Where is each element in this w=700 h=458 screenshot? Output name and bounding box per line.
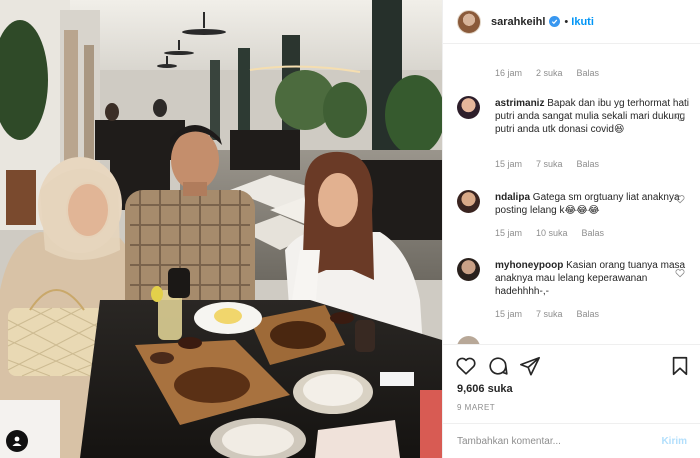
like-comment-heart-icon[interactable]	[675, 194, 685, 204]
comment-body: astrimaniz Bapak dan ibu yg terhormat ha…	[495, 97, 691, 136]
commenter-avatar[interactable]	[457, 258, 480, 281]
commenter-username[interactable]: astrimaniz	[495, 98, 544, 109]
comment-time: 15 jam	[495, 309, 523, 319]
comment-meta: 15 jam 7 suka Balas	[495, 159, 599, 169]
comment-reply-button[interactable]: Balas	[577, 68, 600, 78]
comment-meta: 15 jam 10 suka Balas	[495, 228, 604, 238]
comment-bubble-icon[interactable]	[487, 355, 509, 377]
comment-likes[interactable]: 7 suka	[536, 309, 563, 319]
author-avatar[interactable]	[457, 9, 481, 34]
likes-count[interactable]: 9,606 suka	[457, 383, 513, 395]
share-send-icon[interactable]	[519, 355, 541, 377]
comment-item: astrimaniz Bapak dan ibu yg terhormat ha…	[443, 96, 700, 172]
comment-time: 16 jam	[495, 68, 523, 78]
post-photo[interactable]	[0, 0, 442, 458]
comment-likes[interactable]: 10 suka	[536, 228, 568, 238]
add-comment-bar: Kirim	[443, 423, 700, 458]
post-actions: 9,606 suka 9 MARET Kirim	[443, 344, 700, 458]
comment-body: ndalipa Gatega sm orgtuany liat anaknya …	[495, 191, 691, 217]
comment-reply-button[interactable]: Balas	[577, 309, 600, 319]
person-icon	[12, 436, 22, 446]
comment-item: myhoneypoop Kasian orang tuanya masa ana…	[443, 258, 700, 322]
comment-list[interactable]: 16 jam 2 suka Balas astrimaniz Bapak dan…	[443, 44, 700, 344]
post-header: sarahkeihl • Ikuti	[443, 0, 700, 44]
author-username[interactable]: sarahkeihl	[491, 16, 545, 28]
post-side-panel: sarahkeihl • Ikuti 16 jam 2 suka Balas a…	[442, 0, 700, 458]
post-date: 9 MARET	[457, 403, 496, 412]
comment-meta: 15 jam 7 suka Balas	[495, 309, 599, 319]
like-comment-heart-icon[interactable]	[675, 268, 685, 278]
like-comment-heart-icon[interactable]	[675, 112, 685, 122]
comment-likes[interactable]: 2 suka	[536, 68, 563, 78]
save-bookmark-icon[interactable]	[669, 355, 691, 377]
post-comment-button[interactable]: Kirim	[661, 436, 687, 447]
comment-body: myhoneypoop Kasian orang tuanya masa ana…	[495, 259, 691, 298]
commenter-username[interactable]: myhoneypoop	[495, 260, 563, 271]
comment-time: 15 jam	[495, 228, 523, 238]
like-heart-icon[interactable]	[455, 355, 477, 377]
tagged-user-icon[interactable]	[6, 430, 28, 452]
comment-meta: 16 jam 2 suka Balas	[495, 68, 599, 78]
comment-reply-button[interactable]: Balas	[582, 228, 605, 238]
commenter-avatar[interactable]	[457, 190, 480, 213]
comment-input[interactable]	[457, 436, 662, 447]
restaurant-family-photo	[0, 0, 442, 458]
verified-badge-icon	[549, 16, 561, 27]
commenter-avatar[interactable]	[457, 96, 480, 119]
comment-reply-button[interactable]: Balas	[577, 159, 600, 169]
comment-item: ndalipa Gatega sm orgtuany liat anaknya …	[443, 190, 700, 240]
comment-likes[interactable]: 7 suka	[536, 159, 563, 169]
follow-button[interactable]: Ikuti	[571, 16, 594, 28]
commenter-avatar[interactable]	[457, 336, 480, 344]
header-separator: •	[564, 15, 569, 28]
commenter-username[interactable]: ndalipa	[495, 192, 530, 203]
comment-time: 15 jam	[495, 159, 523, 169]
